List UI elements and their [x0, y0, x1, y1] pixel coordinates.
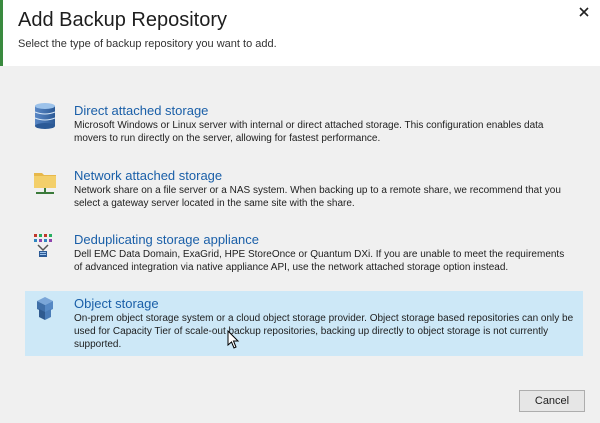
option-description: Network share on a file server or a NAS … — [74, 185, 561, 209]
dialog-header: Add Backup Repository Select the type of… — [0, 0, 600, 66]
database-icon — [33, 102, 57, 130]
dedup-appliance-icon — [33, 231, 57, 259]
option-deduplicating-storage-appliance[interactable]: Deduplicating storage appliance Dell EMC… — [25, 227, 583, 279]
option-description: Microsoft Windows or Linux server with i… — [74, 120, 544, 144]
option-title: Network attached storage — [74, 168, 223, 183]
object-storage-icon — [33, 295, 57, 323]
option-direct-attached-storage[interactable]: Direct attached storage Microsoft Window… — [25, 98, 583, 150]
add-backup-repository-dialog: Add Backup Repository Select the type of… — [0, 0, 600, 423]
option-title: Direct attached storage — [74, 103, 209, 118]
network-folder-icon — [33, 167, 57, 195]
dialog-title: Add Backup Repository — [18, 9, 228, 31]
dialog-subtitle: Select the type of backup repository you… — [18, 38, 277, 50]
option-title: Deduplicating storage appliance — [74, 232, 260, 247]
close-icon — [579, 7, 589, 17]
option-description: Dell EMC Data Domain, ExaGrid, HPE Store… — [74, 249, 565, 273]
option-description: On-prem object storage system or a cloud… — [74, 313, 574, 350]
header-accent-bar — [0, 0, 3, 66]
option-object-storage[interactable]: Object storage On-prem object storage sy… — [25, 291, 583, 356]
mouse-cursor-icon — [227, 330, 240, 349]
close-button[interactable] — [576, 4, 592, 20]
cancel-button[interactable]: Cancel — [519, 390, 585, 412]
option-network-attached-storage[interactable]: Network attached storage Network share o… — [25, 163, 583, 215]
option-title: Object storage — [74, 296, 159, 311]
